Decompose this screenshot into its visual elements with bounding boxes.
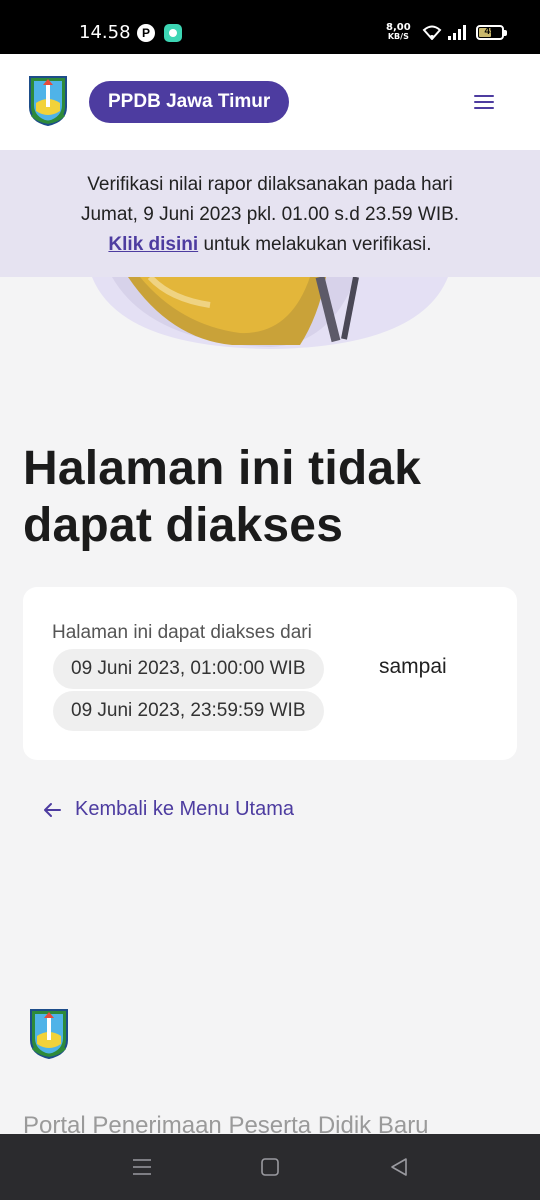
network-speed-unit: KB/S [387,32,409,41]
range-separator-text: sampai [379,655,447,678]
hamburger-icon-line [474,107,494,109]
access-info-card: Halaman ini dapat diakses dari 09 Juni 2… [23,587,517,760]
ppdb-brand-button[interactable]: PPDB Jawa Timur [89,81,290,123]
network-speed-value: 8,00 [386,22,411,33]
top-header: PPDB Jawa Timur [0,54,540,150]
end-datetime-chip: 09 Juni 2023, 23:59:59 WIB [53,691,324,731]
status-time: 14.58 [79,22,131,43]
system-navigation-bar [0,1134,540,1200]
status-bar: 14.58 P 8,00 KB/S 49 [0,0,540,54]
hamburger-icon-line [474,95,494,97]
banner-line-3: Klik disini untuk melakukan verifikasi. [0,230,540,260]
recent-apps-button[interactable] [131,1156,153,1178]
pinterest-icon: P [137,24,155,42]
network-speed: 8,00 KB/S [386,22,411,42]
battery-icon: 49 [476,25,507,40]
start-datetime-chip: 09 Juni 2023, 01:00:00 WIB [53,649,324,689]
home-button[interactable] [259,1156,281,1178]
access-intro-text: Halaman ini dapat diakses dari [52,622,312,643]
hourglass-icon [92,277,448,349]
hamburger-icon-line [474,101,494,103]
banner-line-1: Verifikasi nilai rapor dilaksanakan pada… [87,174,453,195]
banner-line-2: Jumat, 9 Juni 2023 pkl. 01.00 s.d 23.59 … [80,204,460,225]
hamburger-menu-button[interactable] [472,92,496,112]
page-title: Halaman ini tidak dapat diakses [23,442,422,552]
signal-icon [448,25,466,40]
triangle-back-icon [391,1158,407,1176]
verification-banner: Verifikasi nilai rapor dilaksanakan pada… [0,150,540,277]
battery-level: 49 [484,26,496,37]
app-notification-icon [164,24,182,42]
back-button[interactable] [388,1156,410,1178]
square-home-icon [261,1158,279,1176]
footer-jawa-timur-emblem-logo [30,1009,68,1060]
back-to-main-menu-link[interactable]: Kembali ke Menu Utama [42,798,294,821]
jawa-timur-emblem-logo[interactable] [28,73,68,127]
menu-lines-icon [133,1159,151,1175]
verification-link[interactable]: Klik disini [108,234,198,255]
wifi-icon [422,25,442,40]
back-link-label: Kembali ke Menu Utama [75,798,294,820]
banner-line-3-text: untuk melakukan verifikasi. [198,234,432,255]
hourglass-illustration [0,277,540,352]
arrow-left-icon [44,802,61,817]
